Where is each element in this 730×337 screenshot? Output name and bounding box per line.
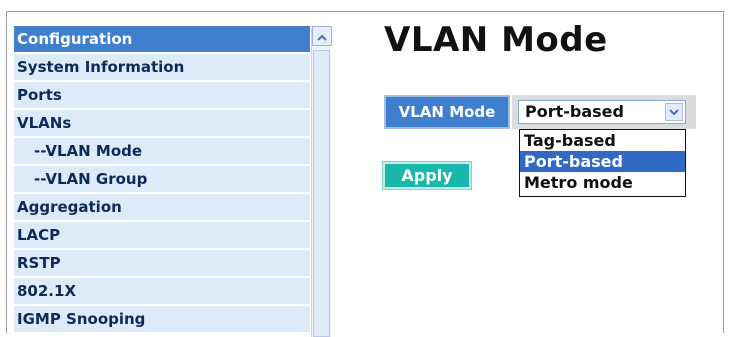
triangle-up-icon: [317, 27, 327, 46]
option-port-based[interactable]: Port-based: [520, 151, 685, 172]
scroll-thumb[interactable]: [313, 50, 330, 337]
sidebar-item-vlan-group[interactable]: --VLAN Group: [14, 166, 310, 192]
sidebar-item-igmp-snooping[interactable]: IGMP Snooping: [14, 306, 310, 332]
scroll-up-button[interactable]: [312, 26, 332, 46]
sidebar-header-configuration[interactable]: Configuration: [14, 26, 310, 52]
vlan-mode-select-cell: Port-based: [512, 95, 696, 129]
sidebar-item-system-information[interactable]: System Information: [14, 54, 310, 80]
vlan-mode-label: VLAN Mode: [384, 95, 510, 129]
sidebar-item-ports[interactable]: Ports: [14, 82, 310, 108]
sidebar-item-lacp[interactable]: LACP: [14, 222, 310, 248]
option-metro-mode[interactable]: Metro mode: [520, 172, 685, 193]
chevron-down-icon[interactable]: [665, 103, 683, 121]
sidebar-scrollbar[interactable]: [311, 26, 332, 337]
sidebar-item-aggregation[interactable]: Aggregation: [14, 194, 310, 220]
vlan-mode-select[interactable]: Port-based: [518, 100, 686, 124]
sidebar-nav: Configuration System Information Ports V…: [14, 26, 310, 337]
apply-button[interactable]: Apply: [382, 161, 472, 190]
option-tag-based[interactable]: Tag-based: [520, 130, 685, 151]
vlan-mode-dropdown: Tag-based Port-based Metro mode: [519, 129, 686, 197]
sidebar-item-rstp[interactable]: RSTP: [14, 250, 310, 276]
sidebar-item-vlans[interactable]: VLANs: [14, 110, 310, 136]
page-title: VLAN Mode: [384, 20, 608, 60]
sidebar-item-vlan-mode[interactable]: --VLAN Mode: [14, 138, 310, 164]
sidebar-item-8021x[interactable]: 802.1X: [14, 278, 310, 304]
vlan-mode-select-value: Port-based: [525, 102, 624, 121]
